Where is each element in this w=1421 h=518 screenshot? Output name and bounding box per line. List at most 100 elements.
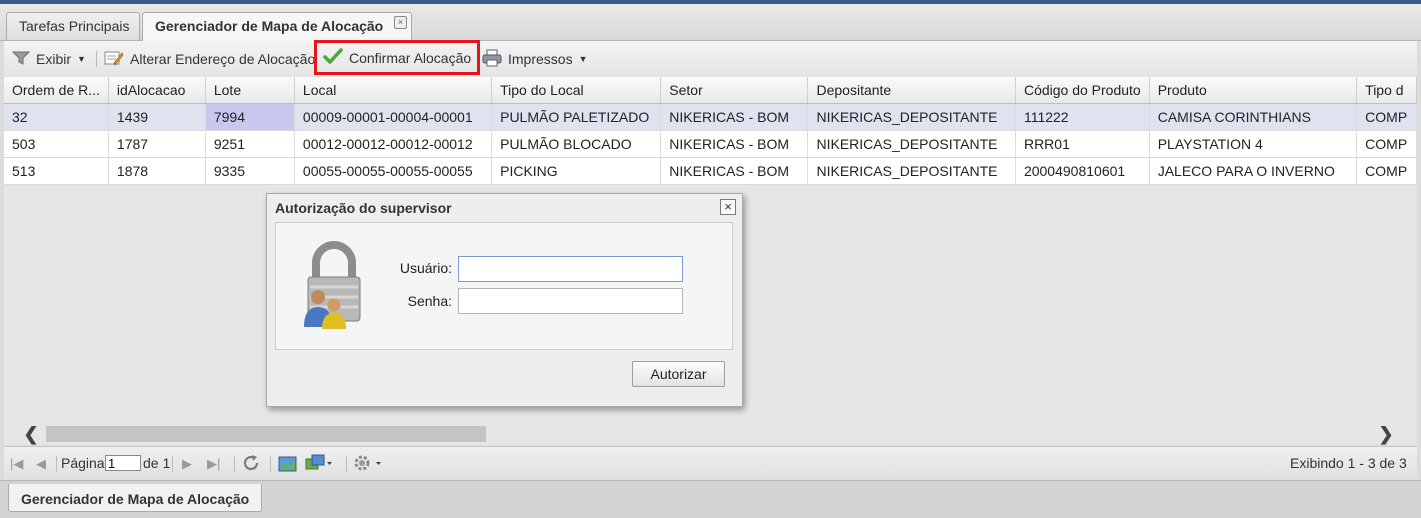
tab-label: Tarefas Principais — [19, 18, 130, 34]
column-header[interactable]: Local — [294, 77, 493, 104]
table-cell[interactable]: NIKERICAS_DEPOSITANTE — [807, 130, 1016, 158]
table-cell[interactable]: JALECO PARA O INVERNO — [1149, 157, 1358, 185]
bottom-tab-strip: Gerenciador de Mapa de Alocação — [0, 480, 1421, 518]
table-cell[interactable]: 513 — [4, 157, 109, 185]
table-cell[interactable]: 111222 — [1015, 103, 1150, 131]
horizontal-scrollbar[interactable]: ❮ ❯ — [4, 423, 1417, 445]
table-cell[interactable]: NIKERICAS_DEPOSITANTE — [807, 103, 1016, 131]
tab-gerenciador-mapa-alocacao[interactable]: Gerenciador de Mapa de Alocação × — [142, 12, 412, 41]
table-cell[interactable]: 00009-00001-00004-00001 — [294, 103, 493, 131]
paging-status: Exibindo 1 - 3 de 3 — [1290, 455, 1407, 471]
table-cell[interactable]: PULMÃO PALETIZADO — [491, 103, 662, 131]
exibir-label: Exibir — [36, 51, 72, 67]
scroll-right-icon[interactable]: ❯ — [1371, 423, 1401, 445]
gear-icon[interactable] — [353, 454, 385, 475]
page-label: Página — [61, 455, 105, 471]
column-header[interactable]: Setor — [660, 77, 809, 104]
table-cell[interactable]: PULMÃO BLOCADO — [491, 130, 662, 158]
table-cell[interactable]: COMP — [1356, 103, 1417, 131]
previous-page-icon[interactable]: ◀ — [36, 456, 46, 472]
column-header[interactable]: Tipo d — [1356, 77, 1417, 104]
table-cell[interactable]: COMP — [1356, 130, 1417, 158]
printer-icon — [482, 49, 502, 70]
column-header[interactable]: idAlocacao — [108, 77, 206, 104]
bottom-tab-gerenciador[interactable]: Gerenciador de Mapa de Alocação — [8, 484, 263, 512]
export-windows-icon[interactable] — [305, 454, 333, 475]
tab-tarefas-principais[interactable]: Tarefas Principais — [6, 12, 140, 40]
column-header[interactable]: Lote — [205, 77, 295, 104]
table-cell[interactable]: PICKING — [491, 157, 662, 185]
alterar-endereco-label: Alterar Endereço de Alocação — [130, 51, 316, 67]
pager-separator — [234, 456, 235, 472]
table-cell[interactable]: 9251 — [205, 130, 295, 158]
table-cell[interactable]: 2000490810601 — [1015, 157, 1150, 185]
table-cell[interactable]: 503 — [4, 130, 109, 158]
last-page-icon[interactable]: ▶| — [207, 456, 220, 472]
grid-header-row: Ordem de R... idAlocacao Lote Local Tipo… — [4, 77, 1417, 104]
pager-separator — [56, 456, 57, 472]
check-icon — [323, 48, 343, 67]
supervisor-authorization-dialog: Autorização do supervisor × Usuário: Sen… — [266, 193, 743, 407]
tab-label: Gerenciador de Mapa de Alocação — [155, 18, 384, 34]
page-number-input[interactable] — [105, 455, 141, 471]
impressos-label: Impressos — [508, 51, 573, 67]
table-cell[interactable]: 32 — [4, 103, 109, 131]
table-cell[interactable]: 9335 — [205, 157, 295, 185]
page-count-label: de 1 — [143, 455, 171, 471]
table-cell[interactable]: PLAYSTATION 4 — [1149, 130, 1358, 158]
password-label: Senha: — [407, 293, 452, 309]
table-cell[interactable]: RRR01 — [1015, 130, 1150, 158]
table-cell[interactable]: 7994 — [205, 103, 295, 131]
alterar-endereco-button[interactable]: Alterar Endereço de Alocação — [100, 47, 319, 71]
pager-separator — [172, 456, 173, 472]
scrollbar-thumb[interactable] — [46, 426, 486, 442]
first-page-icon[interactable]: |◀ — [10, 456, 23, 472]
dialog-title: Autorização do supervisor — [275, 200, 452, 216]
chevron-down-icon: ▼ — [77, 54, 86, 64]
table-cell[interactable]: NIKERICAS - BOM — [660, 157, 809, 185]
table-cell[interactable]: 00012-00012-00012-00012 — [294, 130, 493, 158]
table-cell[interactable]: NIKERICAS_DEPOSITANTE — [807, 157, 1016, 185]
table-row[interactable]: 32 1439 7994 00009-00001-00004-00001 PUL… — [4, 103, 1417, 131]
export-chart-icon[interactable] — [278, 455, 298, 476]
funnel-icon — [11, 50, 31, 69]
refresh-icon[interactable] — [242, 454, 260, 475]
table-cell[interactable]: 1787 — [108, 130, 206, 158]
table-row[interactable]: 513 1878 9335 00055-00055-00055-00055 PI… — [4, 157, 1417, 185]
table-cell[interactable]: COMP — [1356, 157, 1417, 185]
pager-separator — [270, 456, 271, 472]
column-header[interactable]: Depositante — [807, 77, 1016, 104]
bottom-tab-label: Gerenciador de Mapa de Alocação — [21, 491, 250, 507]
toolbar: Exibir ▼ Alterar Endereço de Alocação Co… — [4, 40, 1417, 78]
next-page-icon[interactable]: ▶ — [182, 456, 192, 472]
table-cell[interactable]: NIKERICAS - BOM — [660, 130, 809, 158]
column-header[interactable]: Produto — [1149, 77, 1358, 104]
tab-close-icon[interactable]: × — [394, 16, 407, 29]
paging-toolbar: |◀ ◀ Página de 1 ▶ ▶| Exibindo 1 - 3 de … — [4, 446, 1417, 481]
autorizar-button[interactable]: Autorizar — [632, 361, 725, 387]
exibir-button[interactable]: Exibir ▼ — [8, 47, 90, 71]
user-input[interactable] — [458, 256, 683, 282]
scroll-left-icon[interactable]: ❮ — [16, 423, 46, 445]
table-cell[interactable]: CAMISA CORINTHIANS — [1149, 103, 1358, 131]
table-cell[interactable]: 00055-00055-00055-00055 — [294, 157, 493, 185]
column-header[interactable]: Ordem de R... — [4, 77, 109, 104]
table-row[interactable]: 503 1787 9251 00012-00012-00012-00012 PU… — [4, 130, 1417, 158]
close-icon[interactable]: × — [720, 199, 736, 215]
pager-separator — [346, 456, 347, 472]
dialog-body: Usuário: Senha: — [275, 222, 733, 350]
table-cell[interactable]: 1878 — [108, 157, 206, 185]
table-cell[interactable]: 1439 — [108, 103, 206, 131]
password-input[interactable] — [458, 288, 683, 314]
tab-strip: Tarefas Principais Gerenciador de Mapa d… — [0, 4, 1421, 41]
toolbar-separator — [96, 51, 97, 67]
chevron-down-icon: ▼ — [578, 54, 588, 64]
table-cell[interactable]: NIKERICAS - BOM — [660, 103, 809, 131]
confirmar-alocacao-button[interactable]: Confirmar Alocação — [314, 40, 481, 75]
confirmar-alocacao-label: Confirmar Alocação — [349, 49, 472, 66]
user-label: Usuário: — [399, 260, 452, 276]
column-header[interactable]: Tipo do Local — [491, 77, 662, 104]
impressos-button[interactable]: Impressos ▼ — [478, 47, 592, 71]
lock-users-icon — [294, 239, 380, 334]
column-header[interactable]: Código do Produto — [1015, 77, 1150, 104]
